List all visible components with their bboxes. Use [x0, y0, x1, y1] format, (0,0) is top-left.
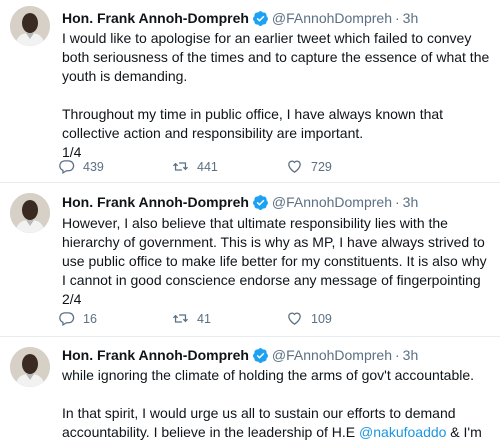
author-name[interactable]: Hon. Frank Annoh-Dompreh — [62, 194, 249, 210]
tweet-text: while ignoring the climate of holding th… — [62, 366, 492, 443]
like-count: 729 — [311, 159, 332, 174]
timestamp[interactable]: 3h — [403, 194, 419, 210]
verified-badge-icon — [252, 347, 268, 363]
retweet-button[interactable]: 41 — [172, 310, 211, 327]
retweet-button[interactable]: 441 — [172, 158, 218, 175]
tweet-text: However, I also believe that ultimate re… — [62, 215, 487, 307]
avatar-image — [10, 6, 50, 46]
mention-link[interactable]: @nakufoaddo — [359, 424, 446, 440]
tweet-header: Hon. Frank Annoh-Dompreh @FAnnohDompreh … — [62, 345, 418, 365]
verified-badge-icon — [252, 10, 268, 26]
tweet-header: Hon. Frank Annoh-Dompreh @FAnnohDompreh … — [62, 8, 418, 28]
tweet-2[interactable]: Hon. Frank Annoh-Dompreh @FAnnohDompreh … — [0, 183, 500, 335]
retweet-count: 41 — [197, 311, 211, 326]
heart-icon — [288, 160, 301, 173]
author-name[interactable]: Hon. Frank Annoh-Dompreh — [62, 347, 249, 363]
reply-icon — [59, 160, 75, 175]
retweet-icon — [172, 314, 189, 323]
retweet-icon — [172, 162, 189, 171]
reply-count: 439 — [83, 159, 104, 174]
reply-icon — [59, 312, 75, 327]
tweet-1[interactable]: Hon. Frank Annoh-Dompreh @FAnnohDompreh … — [0, 0, 500, 182]
retweet-count: 441 — [197, 159, 218, 174]
heart-icon — [288, 312, 301, 325]
timestamp[interactable]: 3h — [403, 347, 419, 363]
tweet-text: I would like to apologise for an earlier… — [62, 30, 490, 160]
author-handle[interactable]: @FAnnohDompreh — [272, 10, 392, 26]
like-button[interactable]: 109 — [286, 310, 332, 327]
separator: · — [394, 347, 400, 363]
author-handle[interactable]: @FAnnohDompreh — [272, 194, 392, 210]
like-button[interactable]: 729 — [286, 158, 332, 175]
separator: · — [394, 10, 400, 26]
tweet-3[interactable]: Hon. Frank Annoh-Dompreh @FAnnohDompreh … — [0, 337, 500, 443]
verified-badge-icon — [252, 194, 268, 210]
avatar[interactable] — [10, 6, 50, 46]
avatar-image — [10, 193, 50, 233]
avatar-image — [10, 347, 50, 387]
like-count: 109 — [311, 311, 332, 326]
separator: · — [394, 194, 400, 210]
reply-button[interactable]: 16 — [58, 310, 97, 327]
reply-button[interactable]: 439 — [58, 158, 104, 175]
avatar[interactable] — [10, 193, 50, 233]
avatar[interactable] — [10, 347, 50, 387]
timestamp[interactable]: 3h — [403, 10, 419, 26]
author-handle[interactable]: @FAnnohDompreh — [272, 347, 392, 363]
author-name[interactable]: Hon. Frank Annoh-Dompreh — [62, 10, 249, 26]
tweet-header: Hon. Frank Annoh-Dompreh @FAnnohDompreh … — [62, 192, 418, 212]
reply-count: 16 — [83, 311, 97, 326]
